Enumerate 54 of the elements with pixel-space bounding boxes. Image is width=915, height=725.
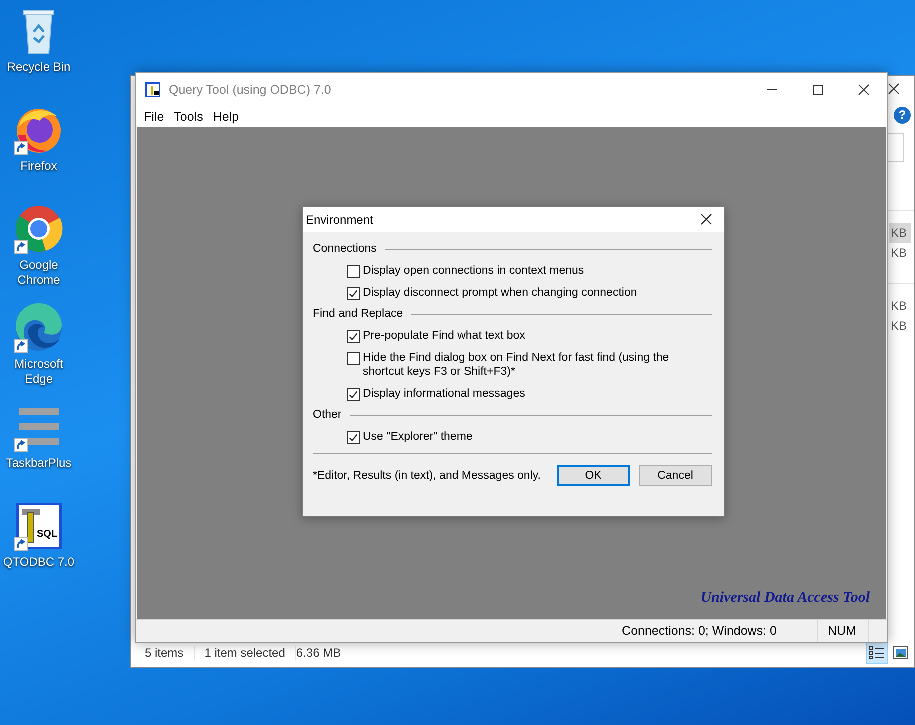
wave-swirl-icon[interactable] xyxy=(14,303,64,353)
group-label: Connections xyxy=(313,243,377,255)
checkbox-label[interactable]: Use "Explorer" theme xyxy=(363,430,708,444)
window-title: Query Tool (using ODBC) 7.0 xyxy=(169,82,332,96)
checkbox[interactable] xyxy=(347,431,360,444)
checkbox[interactable] xyxy=(347,265,360,278)
checkbox[interactable] xyxy=(347,287,360,300)
list-icon xyxy=(869,646,885,660)
close-icon xyxy=(858,84,870,96)
ok-button[interactable]: OK xyxy=(557,465,630,486)
desktop-icon-label[interactable]: Firefox xyxy=(2,159,76,174)
desktop-icon-label[interactable]: QTODBC 7.0 xyxy=(2,555,76,570)
checkmark-icon xyxy=(349,290,358,298)
checkbox-label[interactable]: Display disconnect prompt when changing connection xyxy=(363,286,708,300)
dialog-title: Environment xyxy=(306,212,374,226)
chrome-ball-icon[interactable] xyxy=(14,204,64,254)
item-count: 5 items xyxy=(135,646,195,660)
checkmark-icon xyxy=(349,390,358,398)
selection-count: 1 item selected xyxy=(194,646,296,660)
size-cell[interactable]: KB xyxy=(889,296,914,316)
footnote-text: *Editor, Results (in text), and Messages only. xyxy=(313,470,542,482)
maximize-icon xyxy=(813,84,823,94)
size-cell[interactable]: KB xyxy=(889,316,914,336)
checkbox[interactable] xyxy=(347,352,360,365)
hammer-document-icon[interactable]: SQL xyxy=(14,501,64,551)
group-label: Find and Replace xyxy=(313,308,404,320)
status-text: Connections: 0; Windows: 0 xyxy=(621,623,778,640)
checkmark-icon xyxy=(349,434,358,442)
checkbox-label[interactable]: Display informational messages xyxy=(363,387,708,401)
desktop-icon-label[interactable]: Google Chrome xyxy=(2,258,76,288)
menu-item[interactable]: File xyxy=(139,110,170,124)
checkbox[interactable] xyxy=(347,330,360,343)
checkbox-label[interactable]: Hide the Find dialog box on Find Next for fast find (using the shortcut keys F3 or Shift+F3)* xyxy=(363,351,708,379)
status-text: NUM xyxy=(817,620,868,642)
checkbox[interactable] xyxy=(347,388,360,401)
desktop-icon-label[interactable]: Recycle Bin xyxy=(2,60,76,75)
details-view-button[interactable] xyxy=(866,642,888,664)
checkbox-label[interactable]: Display open connections in context menus xyxy=(363,264,708,278)
app-icon xyxy=(145,82,161,98)
close-icon[interactable] xyxy=(888,83,900,95)
cancel-button[interactable]: Cancel xyxy=(639,465,712,486)
picture-frame-icon xyxy=(893,646,909,660)
size-cell[interactable]: KB xyxy=(889,243,914,263)
group-label: Other xyxy=(313,409,342,421)
workspace-caption: Universal Data Access Tool xyxy=(700,590,870,607)
checkbox-label[interactable]: Pre-populate Find what text box xyxy=(363,329,708,343)
help-button[interactable]: ? xyxy=(894,106,911,124)
size-cell[interactable]: KB xyxy=(889,223,911,243)
checkmark-icon xyxy=(349,332,358,340)
desktop-icon-label[interactable]: Microsoft Edge xyxy=(2,357,76,387)
menu-item[interactable]: Help xyxy=(208,110,244,124)
selection-size: 6.36 MB xyxy=(296,646,342,660)
close-icon xyxy=(700,214,712,225)
menu-item[interactable]: Tools xyxy=(169,110,208,124)
